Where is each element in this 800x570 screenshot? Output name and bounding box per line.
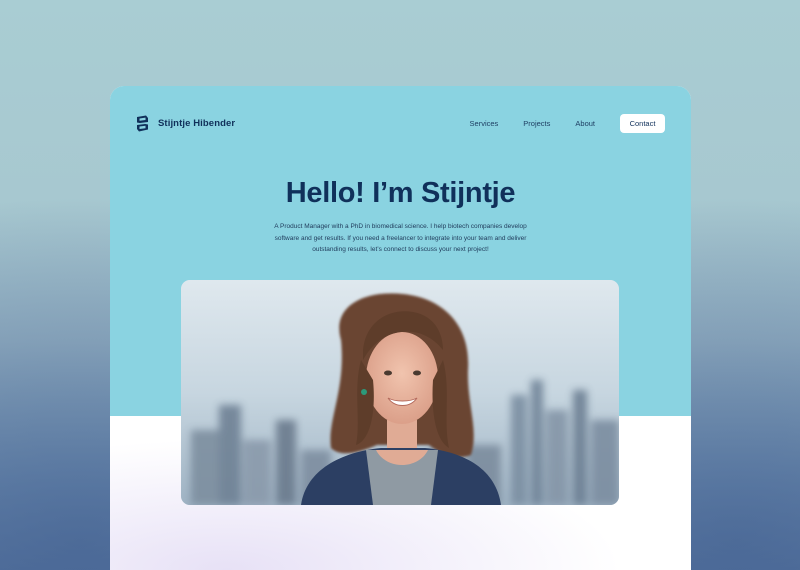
brand-name: Stijntje Hibender: [158, 117, 236, 129]
hero-title: Hello! I’m Stijntje: [285, 177, 516, 209]
navigation-bar: Stijntje Hibender Services Projects Abou…: [135, 113, 665, 133]
nav-links: Services Projects About Contact: [470, 113, 665, 133]
contact-button[interactable]: Contact: [620, 113, 665, 133]
brand[interactable]: Stijntje Hibender: [135, 113, 235, 133]
portrait-illustration: [181, 280, 619, 505]
profile-photo: [181, 280, 619, 505]
nav-link-services[interactable]: Services: [470, 119, 499, 128]
nav-link-projects[interactable]: Projects: [523, 119, 550, 128]
hero-description: A Product Manager with a PhD in biomedic…: [274, 223, 527, 253]
brand-s-logo-icon: [137, 115, 148, 131]
website-card: Stijntje Hibender Services Projects Abou…: [110, 86, 691, 570]
nav-link-about[interactable]: About: [575, 119, 595, 128]
